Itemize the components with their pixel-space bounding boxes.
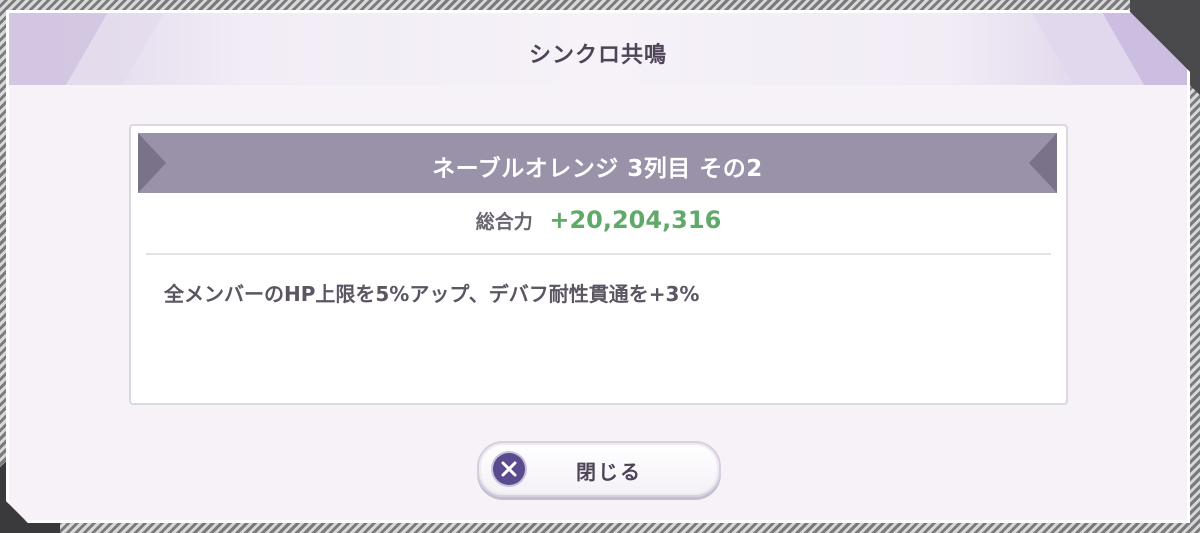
resonance-info-panel: ネーブルオレンジ 3列目 その2 総合力 +20,204,316 全メンバーのH… (129, 124, 1068, 405)
total-power-value: +20,204,316 (549, 206, 722, 234)
effect-description: 全メンバーのHP上限を5%アップ、デバフ耐性貫通を+3% (164, 282, 700, 306)
synchro-resonance-dialog: シンクロ共鳴 ネーブルオレンジ 3列目 その2 総合力 +20,204,316 … (6, 10, 1190, 523)
dialog-header: シンクロ共鳴 (9, 13, 1187, 85)
total-power-label: 総合力 (475, 211, 533, 233)
total-power-row: 総合力 +20,204,316 (131, 206, 1066, 234)
close-button[interactable]: 閉じる (477, 441, 721, 497)
panel-header: ネーブルオレンジ 3列目 その2 (138, 133, 1057, 193)
dialog-title: シンクロ共鳴 (528, 43, 667, 68)
close-button-label: 閉じる (576, 460, 642, 484)
divider (146, 253, 1051, 255)
resonance-name: ネーブルオレンジ 3列目 その2 (432, 156, 763, 182)
